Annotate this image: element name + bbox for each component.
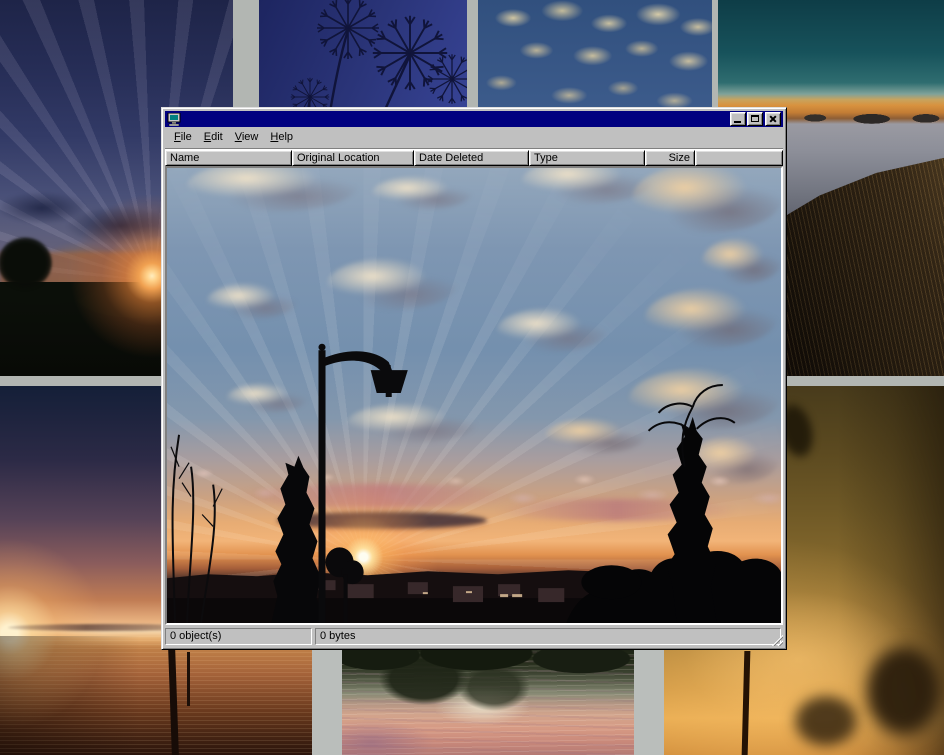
cloud xyxy=(545,418,645,454)
scattered-small-clouds xyxy=(167,450,781,528)
lake-pole xyxy=(168,648,179,755)
title-bar[interactable] xyxy=(165,111,783,127)
cloud xyxy=(689,436,779,484)
status-bar: 0 object(s) 0 bytes xyxy=(165,627,783,646)
maximize-button[interactable] xyxy=(747,112,763,126)
cloud xyxy=(632,166,782,233)
column-header-size[interactable]: Size xyxy=(645,150,695,166)
lamp-post-silhouette xyxy=(318,344,407,623)
column-header-spacer xyxy=(695,150,783,166)
cloud xyxy=(702,238,782,284)
menu-view[interactable]: View xyxy=(229,129,265,146)
cloud xyxy=(207,283,297,319)
minimize-icon xyxy=(734,121,741,123)
crepuscular-rays xyxy=(167,168,781,623)
background-photo-sunset-lamp xyxy=(167,168,781,623)
column-headers: Name Original Location Date Deleted Type… xyxy=(165,150,783,166)
pink-cloud-band xyxy=(497,499,737,521)
cloud xyxy=(497,308,607,352)
window-controls xyxy=(729,112,781,126)
cypress-silhouette xyxy=(271,456,325,623)
system-menu-icon[interactable] xyxy=(167,113,181,126)
pole-silhouette xyxy=(742,651,751,755)
photo-silhouettes xyxy=(167,168,781,623)
cloud xyxy=(327,258,457,310)
status-object-count: 0 object(s) xyxy=(165,628,312,645)
dark-cloud-row xyxy=(277,512,487,529)
column-header-date-deleted[interactable]: Date Deleted xyxy=(414,150,529,166)
status-size: 0 bytes xyxy=(315,628,781,645)
blurred-foliage-2 xyxy=(780,684,872,755)
reed-silhouettes xyxy=(171,435,222,623)
city-lights xyxy=(423,589,603,597)
cloud xyxy=(227,383,307,413)
file-list-area[interactable] xyxy=(165,166,783,625)
minimize-button[interactable] xyxy=(730,112,746,126)
cloud xyxy=(645,288,777,348)
horizon-landscape xyxy=(167,569,781,623)
close-button[interactable] xyxy=(765,112,781,126)
pink-cloud-band xyxy=(237,484,517,508)
close-icon xyxy=(766,113,780,125)
distant-buildings xyxy=(317,580,604,602)
setting-sun xyxy=(167,168,781,623)
right-tree-silhouettes xyxy=(566,417,781,623)
blurred-foliage xyxy=(842,624,944,755)
tree-silhouette xyxy=(0,226,64,300)
wallpaper-photo-water-reflection xyxy=(342,649,634,755)
maximize-icon xyxy=(751,115,759,122)
lake-stick xyxy=(187,652,190,706)
column-header-name[interactable]: Name xyxy=(165,150,292,166)
column-header-original-location[interactable]: Original Location xyxy=(292,150,414,166)
water-ripples xyxy=(0,636,312,755)
pine-wisps xyxy=(649,385,735,467)
cloud xyxy=(187,166,357,212)
cloud xyxy=(372,176,472,210)
water-shadow xyxy=(0,636,312,755)
menu-help[interactable]: Help xyxy=(264,129,299,146)
menu-edit[interactable]: Edit xyxy=(198,129,229,146)
cloud xyxy=(347,403,477,443)
recycle-bin-window: File Edit View Help Name Original Locati… xyxy=(161,107,787,650)
cloud xyxy=(629,368,779,430)
bush-silhouette xyxy=(326,547,364,623)
menu-bar: File Edit View Help xyxy=(165,127,783,149)
column-header-type[interactable]: Type xyxy=(529,150,645,166)
menu-file[interactable]: File xyxy=(168,129,198,146)
cloud xyxy=(522,166,652,204)
